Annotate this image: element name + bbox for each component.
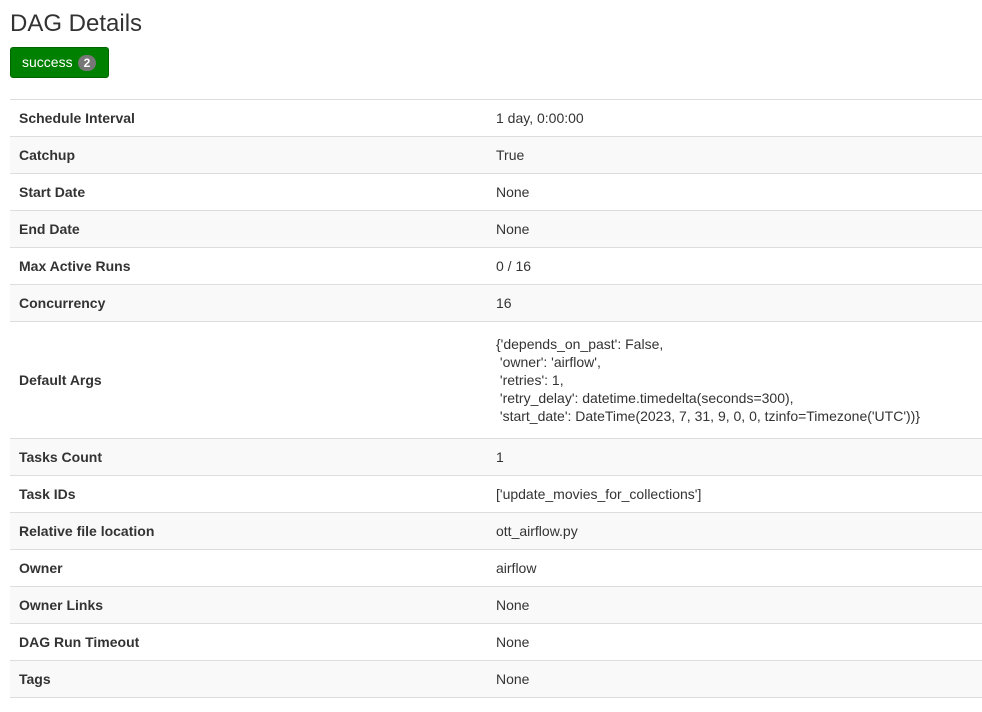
detail-value: None	[487, 660, 982, 698]
table-row: Default Args {'depends_on_past': False, …	[10, 321, 982, 439]
default-args-line: {'depends_on_past': False,	[496, 336, 664, 352]
detail-value: None	[487, 173, 982, 211]
detail-key: Task IDs	[10, 475, 487, 513]
detail-key: Owner	[10, 549, 487, 587]
detail-value: True	[487, 136, 982, 174]
dag-details-page: DAG Details success 2 Schedule Interval …	[10, 0, 982, 698]
detail-key: Max Active Runs	[10, 247, 487, 285]
table-row: DAG Run Timeout None	[10, 623, 982, 661]
default-args-line: 'owner': 'airflow',	[496, 354, 601, 370]
table-row: Tags None	[10, 660, 982, 698]
table-row: Start Date None	[10, 173, 982, 211]
detail-value: 0 / 16	[487, 247, 982, 285]
default-args-line: 'start_date': DateTime(2023, 7, 31, 9, 0…	[496, 408, 921, 424]
detail-value: ['update_movies_for_collections']	[487, 475, 982, 513]
detail-value: None	[487, 623, 982, 661]
default-args-line: 'retries': 1,	[496, 372, 564, 388]
table-row: Catchup True	[10, 136, 982, 174]
default-args-value: {'depends_on_past': False, 'owner': 'air…	[487, 321, 982, 439]
default-args-line: 'retry_delay': datetime.timedelta(second…	[496, 390, 794, 406]
detail-key: Start Date	[10, 173, 487, 211]
table-row: Max Active Runs 0 / 16	[10, 247, 982, 285]
table-row: End Date None	[10, 210, 982, 248]
detail-value: ott_airflow.py	[487, 512, 982, 550]
dag-details-table: Schedule Interval 1 day, 0:00:00 Catchup…	[10, 99, 982, 698]
detail-key: Schedule Interval	[10, 99, 487, 137]
table-row: Owner airflow	[10, 549, 982, 587]
detail-key: Tags	[10, 660, 487, 698]
detail-key: DAG Run Timeout	[10, 623, 487, 661]
detail-value: 1 day, 0:00:00	[487, 99, 982, 137]
table-row: Concurrency 16	[10, 284, 982, 322]
detail-value: 1	[487, 438, 982, 476]
page-title: DAG Details	[10, 10, 143, 37]
detail-key: Default Args	[10, 321, 487, 439]
status-count-badge: 2	[78, 55, 96, 71]
status-label: success	[22, 54, 73, 70]
detail-value: airflow	[487, 549, 982, 587]
table-row: Owner Links None	[10, 586, 982, 624]
detail-key: End Date	[10, 210, 487, 248]
table-row: Schedule Interval 1 day, 0:00:00	[10, 99, 982, 137]
table-row: Task IDs ['update_movies_for_collections…	[10, 475, 982, 513]
table-row: Tasks Count 1	[10, 438, 982, 476]
detail-value: None	[487, 210, 982, 248]
detail-key: Catchup	[10, 136, 487, 174]
detail-value: 16	[487, 284, 982, 322]
detail-value: None	[487, 586, 982, 624]
table-row: Relative file location ott_airflow.py	[10, 512, 982, 550]
success-status-button[interactable]: success 2	[10, 47, 109, 78]
detail-key: Owner Links	[10, 586, 487, 624]
detail-key: Relative file location	[10, 512, 487, 550]
detail-key: Tasks Count	[10, 438, 487, 476]
detail-key: Concurrency	[10, 284, 487, 322]
